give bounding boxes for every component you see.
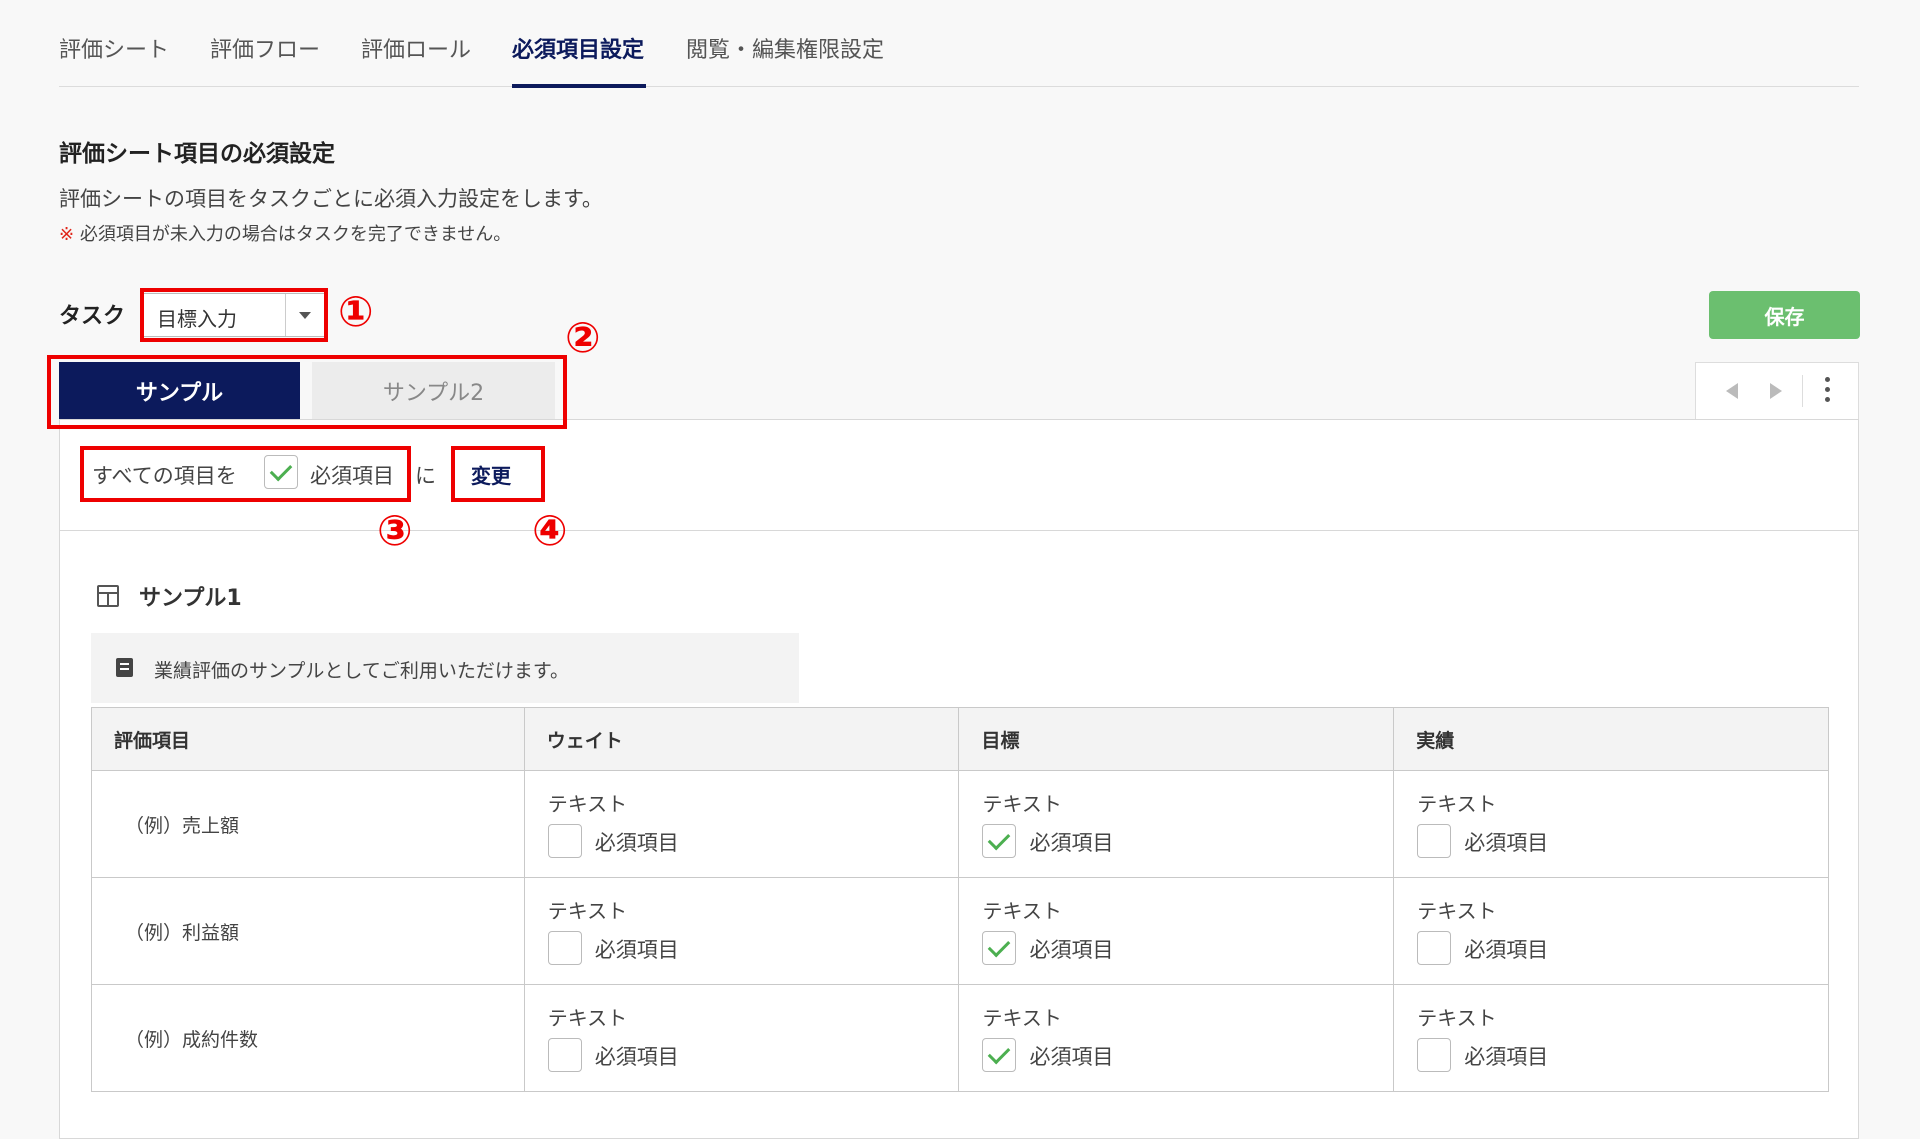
annotation-label-4: ④ [532,506,568,555]
tab-evaluation-role[interactable]: 評価ロール [361,32,471,64]
bulk-prefix: すべての項目を [92,464,237,488]
required-checkbox-target[interactable] [982,931,1017,965]
tab-evaluation-flow[interactable]: 評価フロー [210,32,320,64]
table-row: （例）成約件数 テキスト 必須項目 テキスト 必須項目 テキスト 必須項目 [91,984,1829,1092]
table-icon [97,585,119,607]
required-label: 必須項目 [1464,831,1549,855]
cell-input-type: テキスト [547,1006,628,1030]
row-item-name: （例）利益額 [91,877,525,985]
required-label: 必須項目 [1464,938,1549,962]
cell-result: テキスト必須項目 [1393,877,1829,985]
required-label: 必須項目 [1029,938,1114,962]
cell-input-type: テキスト [547,899,628,923]
col-header-target: 目標 [958,707,1395,771]
more-vertical-icon[interactable] [1823,377,1833,405]
cell-input-type: テキスト [982,899,1062,923]
cell-target: テキスト必須項目 [958,770,1395,878]
task-select[interactable]: 目標入力 [143,293,325,337]
cell-target: テキスト必須項目 [958,877,1395,985]
change-button[interactable]: 変更 [471,460,511,489]
required-checkbox-result[interactable] [1417,1038,1452,1072]
table-row: （例）利益額 テキスト 必須項目 テキスト 必須項目 テキスト 必須項目 [91,877,1829,985]
required-checkbox-result[interactable] [1417,931,1452,965]
block-description-text: 業績評価のサンプルとしてご利用いただけます。 [154,660,569,682]
bulk-checkbox-label: 必須項目 [310,464,394,488]
block-description: 業績評価のサンプルとしてご利用いただけます。 [91,633,799,703]
row-item-name: （例）成約件数 [91,984,525,1092]
section-title: 評価シート項目の必須設定 [59,141,335,167]
required-checkbox-weight[interactable] [547,824,582,858]
tab-view-edit-permissions[interactable]: 閲覧・編集権限設定 [686,32,884,64]
bulk-change-row: すべての項目を 必須項目 に 変更 [60,420,1858,531]
top-nav: 評価シート 評価フロー 評価ロール 必須項目設定 閲覧・編集権限設定 [59,0,1859,88]
table-header-row: 評価項目 ウェイト 目標 実績 [91,707,1829,771]
col-header-weight: ウェイト [523,707,960,771]
bulk-suffix: に [415,464,436,488]
cell-input-type: テキスト [1417,899,1497,923]
note-text: 必須項目が未入力の場合はタスクを完了できません。 [79,224,512,245]
cell-weight: テキスト必須項目 [523,877,960,985]
cell-result: テキスト必須項目 [1393,984,1829,1092]
cell-weight: テキスト必須項目 [523,984,960,1092]
cell-input-type: テキスト [1417,1006,1497,1030]
required-items-table: 評価項目 ウェイト 目標 実績 （例）売上額 テキスト 必須項目 テキスト 必須項目 テキ… [91,707,1829,1092]
sheet-tab-sample[interactable]: サンプル [59,362,300,420]
tab-evaluation-sheet[interactable]: 評価シート [59,32,169,64]
col-header-item: 評価項目 [91,707,525,771]
annotation-label-1: ① [338,287,374,336]
chevron-left-icon[interactable] [1720,379,1744,403]
pager-divider [1802,375,1803,407]
col-header-result: 実績 [1393,707,1829,771]
cell-input-type: テキスト [982,792,1062,816]
task-select-value: 目標入力 [157,307,237,331]
cell-input-type: テキスト [1417,792,1497,816]
cell-target: テキスト必須項目 [958,984,1395,1092]
required-label: 必須項目 [594,1045,679,1069]
save-button[interactable]: 保存 [1709,291,1860,339]
required-checkbox-target[interactable] [982,824,1017,858]
cell-input-type: テキスト [982,1006,1062,1030]
bulk-required-checkbox[interactable] [264,455,298,489]
tab-required-settings[interactable]: 必須項目設定 [512,32,644,64]
sheet-panel: すべての項目を 必須項目 に 変更 サンプル1 業績評価のサンプルとしてご利用い… [59,419,1859,1139]
required-label: 必須項目 [594,938,679,962]
required-label: 必須項目 [1029,831,1114,855]
required-label: 必須項目 [594,831,679,855]
sheet-pager [1695,362,1859,419]
required-checkbox-weight[interactable] [547,931,582,965]
cell-input-type: テキスト [547,792,628,816]
table-row: （例）売上額 テキスト 必須項目 テキスト 必須項目 テキスト 必須項目 [91,770,1829,878]
document-icon [116,658,133,677]
required-checkbox-result[interactable] [1417,824,1452,858]
section-description: 評価シートの項目をタスクごとに必須入力設定をします。 [59,187,603,211]
section-note: ※ 必須項目が未入力の場合はタスクを完了できません。 [59,220,511,246]
annotation-label-2: ② [565,313,601,362]
sheet-tab-sample2[interactable]: サンプル2 [312,362,555,420]
required-checkbox-weight[interactable] [547,1038,582,1072]
cell-result: テキスト必須項目 [1393,770,1829,878]
required-label: 必須項目 [1029,1045,1114,1069]
required-label: 必須項目 [1464,1045,1549,1069]
row-item-name: （例）売上額 [91,770,525,878]
note-mark: ※ [59,224,75,245]
block-title-text: サンプル1 [139,586,242,611]
required-checkbox-target[interactable] [982,1038,1017,1072]
chevron-right-icon[interactable] [1764,379,1788,403]
chevron-down-icon[interactable] [285,294,324,336]
active-tab-indicator [512,84,646,88]
cell-weight: テキスト必須項目 [523,770,960,878]
block-title: サンプル1 [97,580,242,612]
task-label: タスク [59,304,126,329]
annotation-label-3: ③ [377,506,413,555]
